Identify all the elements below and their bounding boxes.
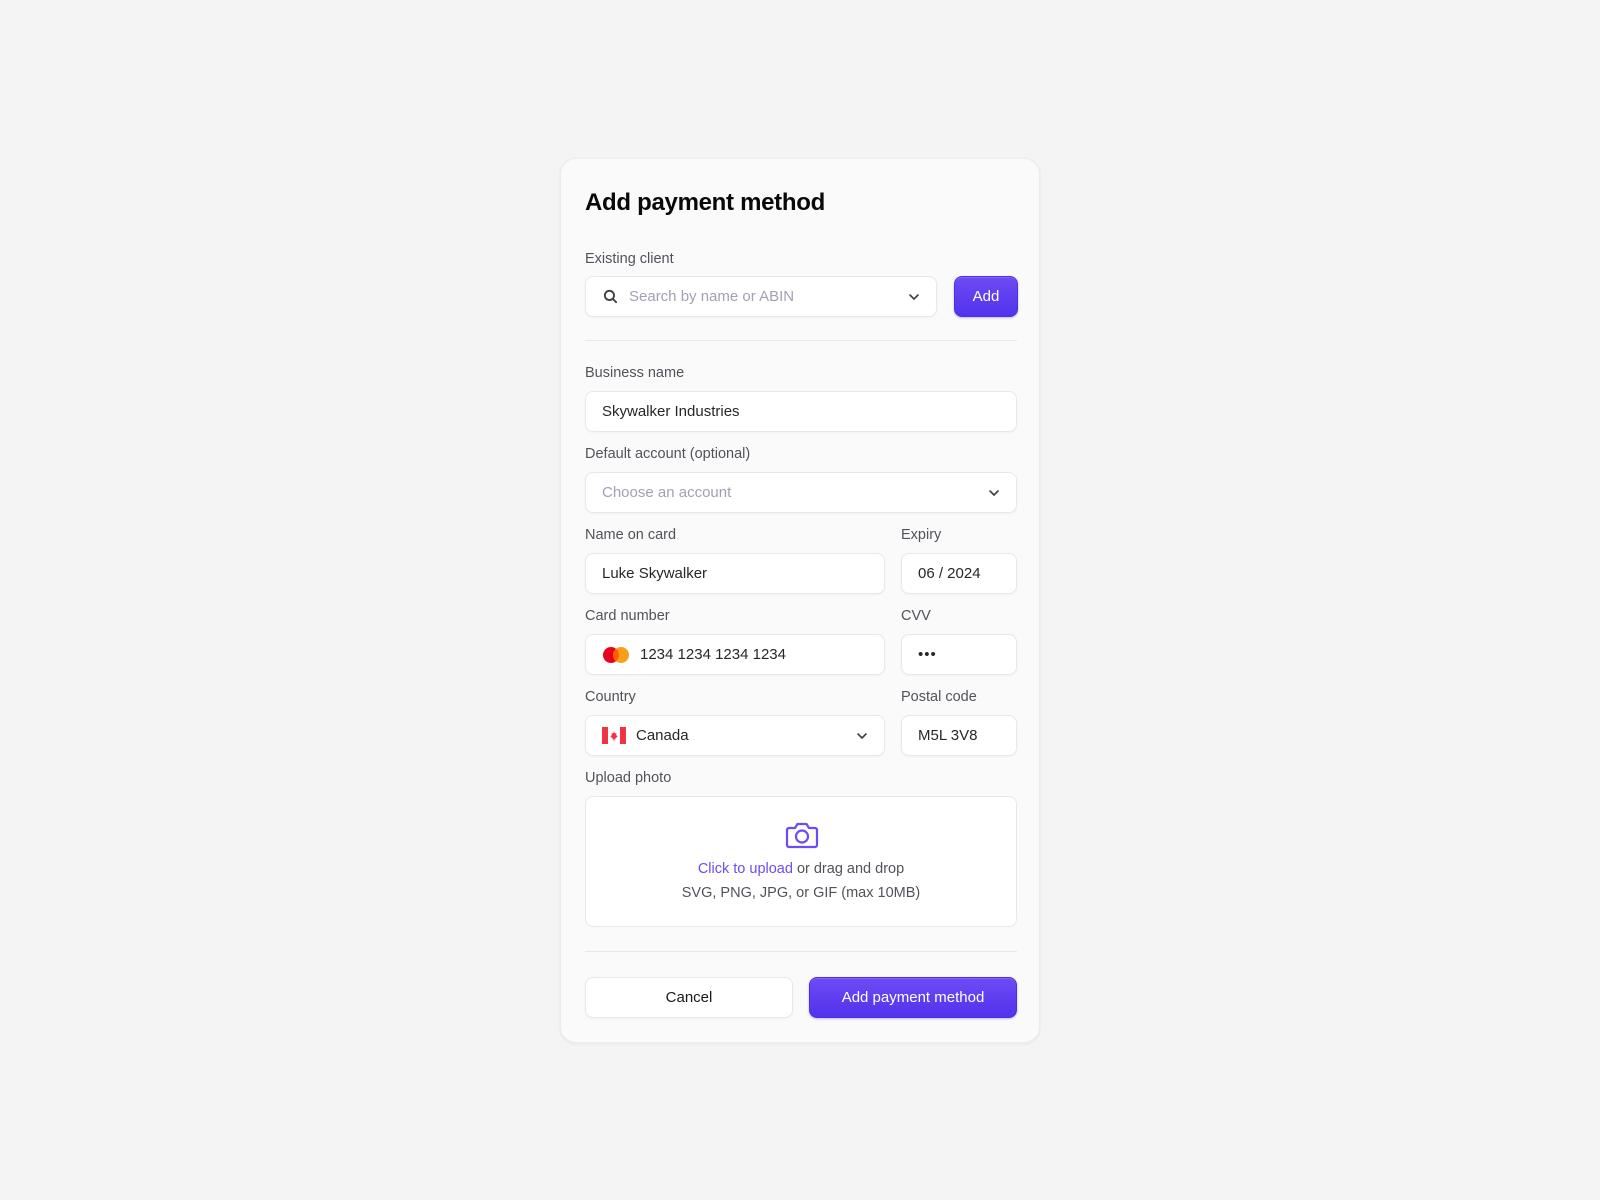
canada-flag-icon bbox=[602, 727, 626, 744]
cvv-label: CVV bbox=[901, 608, 931, 624]
cancel-button[interactable]: Cancel bbox=[585, 977, 793, 1018]
mastercard-icon bbox=[603, 646, 629, 663]
cvv-value: ••• bbox=[918, 646, 937, 663]
camera-icon bbox=[785, 822, 819, 849]
expiry-label: Expiry bbox=[901, 527, 942, 543]
name-on-card-value: Luke Skywalker bbox=[602, 565, 708, 582]
upload-rest-text: or drag and drop bbox=[792, 861, 905, 877]
country-label: Country bbox=[585, 689, 636, 705]
business-name-value: Skywalker Industries bbox=[602, 403, 740, 420]
cvv-input[interactable]: ••• bbox=[901, 634, 1017, 675]
upload-instructions: Click to upload or drag and drop bbox=[586, 861, 1016, 877]
chevron-down-icon[interactable] bbox=[906, 289, 922, 305]
business-name-input[interactable]: Skywalker Industries bbox=[585, 391, 1017, 432]
card-number-label: Card number bbox=[585, 608, 670, 624]
divider bbox=[585, 951, 1017, 952]
dialog-title: Add payment method bbox=[585, 189, 825, 216]
default-account-placeholder: Choose an account bbox=[602, 484, 732, 501]
expiry-value: 06 / 2024 bbox=[918, 565, 981, 582]
upload-photo-label: Upload photo bbox=[585, 770, 672, 786]
default-account-label: Default account (optional) bbox=[585, 446, 751, 462]
business-name-label: Business name bbox=[585, 365, 685, 381]
postal-code-value: M5L 3V8 bbox=[918, 727, 978, 744]
chevron-down-icon bbox=[989, 490, 999, 496]
upload-dropzone[interactable]: Click to upload or drag and drop SVG, PN… bbox=[585, 796, 1017, 927]
existing-client-search-input[interactable]: Search by name or ABIN bbox=[585, 276, 937, 317]
add-client-button[interactable]: Add bbox=[954, 276, 1018, 317]
postal-code-label: Postal code bbox=[901, 689, 977, 705]
name-on-card-label: Name on card bbox=[585, 527, 677, 543]
add-payment-method-button[interactable]: Add payment method bbox=[809, 977, 1017, 1018]
chevron-down-icon bbox=[857, 733, 867, 739]
add-payment-method-dialog: Add payment method Existing client Searc… bbox=[560, 158, 1040, 1043]
existing-client-label: Existing client bbox=[585, 251, 674, 267]
existing-client-placeholder: Search by name or ABIN bbox=[629, 288, 795, 305]
upload-hint: SVG, PNG, JPG, or GIF (max 10MB) bbox=[681, 885, 921, 901]
postal-code-input[interactable]: M5L 3V8 bbox=[901, 715, 1017, 756]
country-select[interactable]: Canada bbox=[585, 715, 885, 756]
divider bbox=[585, 340, 1017, 341]
name-on-card-input[interactable]: Luke Skywalker bbox=[585, 553, 885, 594]
click-to-upload-link[interactable]: Click to upload bbox=[698, 861, 793, 877]
card-number-value: 1234 1234 1234 1234 bbox=[640, 646, 786, 663]
expiry-input[interactable]: 06 / 2024 bbox=[901, 553, 1017, 594]
default-account-select[interactable]: Choose an account bbox=[585, 472, 1017, 513]
card-number-input[interactable]: 1234 1234 1234 1234 bbox=[585, 634, 885, 675]
search-icon bbox=[603, 289, 618, 304]
country-value: Canada bbox=[636, 727, 689, 744]
